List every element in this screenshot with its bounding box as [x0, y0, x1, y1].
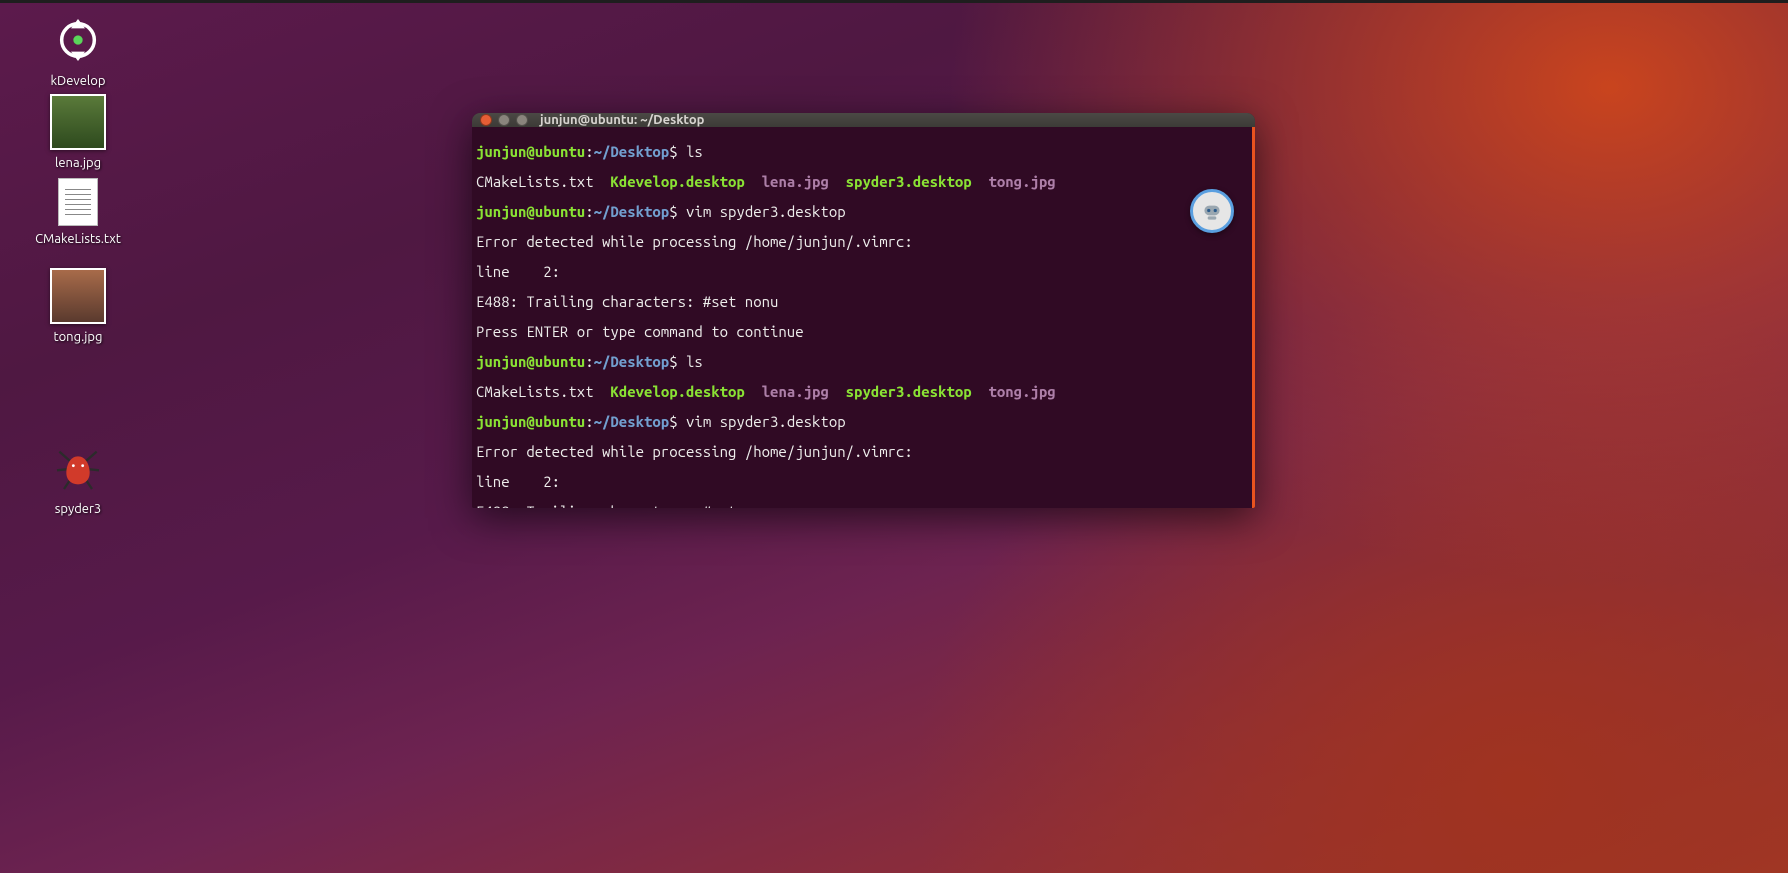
cmd-vim: vim spyder3.desktop — [686, 203, 846, 220]
maximize-button[interactable] — [516, 114, 528, 126]
ls-file: spyder3.desktop — [846, 173, 972, 190]
ls-file: lena.jpg — [762, 173, 829, 190]
desktop-icon-label: tong.jpg — [53, 330, 102, 344]
ls-file: Kdevelop.desktop — [610, 173, 744, 190]
vim-error-line: Error detected while processing /home/ju… — [476, 234, 1248, 249]
vim-error-line: E488: Trailing characters: #set nonu — [476, 294, 1248, 309]
desktop-icon-label: kDevelop — [50, 74, 105, 88]
prompt-path: ~/Desktop — [594, 143, 670, 160]
desktop-icon-kdevelop[interactable]: kDevelop — [18, 12, 138, 88]
desktop-icon-label: CMakeLists.txt — [35, 232, 121, 246]
cmd-ls: ls — [686, 143, 703, 160]
desktop[interactable]: kDevelop lena.jpg CMakeLists.txt tong.jp… — [0, 0, 1788, 873]
ls-file: tong.jpg — [988, 173, 1055, 190]
terminal-window[interactable]: junjun@ubuntu: ~/Desktop junjun@ubuntu:~… — [472, 113, 1255, 508]
terminal-body[interactable]: junjun@ubuntu:~/Desktop$ ls CMakeLists.t… — [472, 127, 1255, 508]
desktop-icon-spyder3[interactable]: spyder3 — [18, 440, 138, 516]
text-file-icon — [58, 178, 98, 226]
desktop-icon-tong[interactable]: tong.jpg — [18, 268, 138, 344]
spyder-icon — [50, 440, 106, 496]
kdevelop-icon — [50, 12, 106, 68]
desktop-icon-label: lena.jpg — [55, 156, 101, 170]
vim-error-line: Press ENTER or type command to continue — [476, 324, 1248, 339]
image-thumb-icon — [50, 268, 106, 324]
minimize-button[interactable] — [498, 114, 510, 126]
desktop-icon-cmakelists[interactable]: CMakeLists.txt — [18, 178, 138, 246]
close-button[interactable] — [480, 114, 492, 126]
desktop-icon-label: spyder3 — [55, 502, 102, 516]
ls-file: CMakeLists.txt — [476, 173, 594, 190]
image-thumb-icon — [50, 94, 106, 150]
window-title: junjun@ubuntu: ~/Desktop — [540, 113, 704, 127]
top-panel — [0, 0, 1788, 3]
assistant-badge-icon[interactable] — [1190, 189, 1234, 233]
titlebar[interactable]: junjun@ubuntu: ~/Desktop — [472, 113, 1255, 127]
vim-error-line: line 2: — [476, 264, 1248, 279]
prompt-user: junjun@ubuntu — [476, 143, 585, 160]
desktop-icon-lena[interactable]: lena.jpg — [18, 94, 138, 170]
